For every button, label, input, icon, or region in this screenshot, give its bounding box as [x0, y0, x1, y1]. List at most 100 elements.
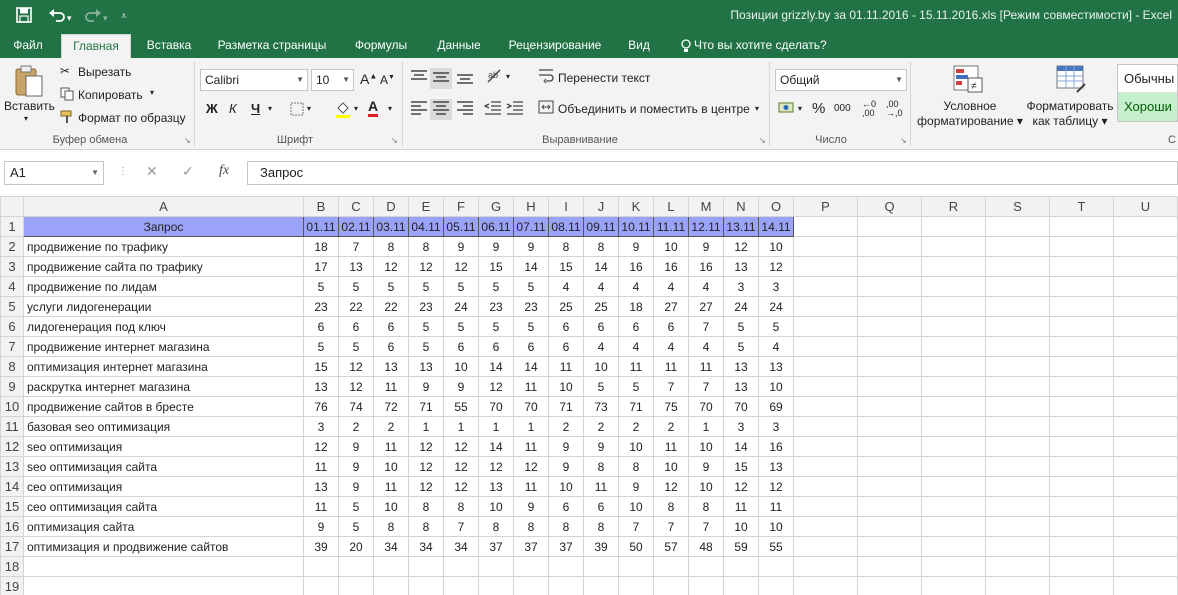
position-cell[interactable]: [688, 576, 724, 595]
enter-icon[interactable]: ✓: [182, 163, 194, 180]
query-cell[interactable]: продвижение интернет магазина: [23, 336, 304, 357]
position-cell[interactable]: 7: [688, 516, 724, 537]
position-cell[interactable]: 16: [618, 256, 654, 277]
empty-cell[interactable]: [985, 236, 1050, 257]
row-header[interactable]: 13: [0, 456, 24, 477]
empty-cell[interactable]: [857, 576, 922, 595]
position-cell[interactable]: 27: [688, 296, 724, 317]
empty-cell[interactable]: [1049, 576, 1114, 595]
customize-icon[interactable]: ⩡: [121, 7, 127, 27]
empty-cell[interactable]: [985, 316, 1050, 337]
position-cell[interactable]: 2: [338, 416, 374, 437]
position-cell[interactable]: 22: [338, 296, 374, 317]
position-cell[interactable]: [373, 556, 409, 577]
position-cell[interactable]: 10: [618, 436, 654, 457]
position-cell[interactable]: [513, 556, 549, 577]
position-cell[interactable]: 8: [583, 236, 619, 257]
position-cell[interactable]: [688, 556, 724, 577]
position-cell[interactable]: 11: [513, 376, 549, 397]
tab-review[interactable]: Рецензирование: [502, 32, 608, 58]
position-cell[interactable]: 5: [723, 316, 759, 337]
position-cell[interactable]: 8: [513, 516, 549, 537]
row-header[interactable]: 19: [0, 576, 24, 595]
row-header[interactable]: 10: [0, 396, 24, 417]
empty-cell[interactable]: [921, 396, 986, 417]
position-cell[interactable]: 8: [408, 236, 444, 257]
position-cell[interactable]: 5: [618, 376, 654, 397]
position-cell[interactable]: 18: [303, 236, 339, 257]
position-cell[interactable]: 12: [443, 456, 479, 477]
position-cell[interactable]: 6: [618, 316, 654, 337]
empty-cell[interactable]: [1049, 376, 1114, 397]
position-cell[interactable]: [303, 556, 339, 577]
position-cell[interactable]: 39: [583, 536, 619, 557]
position-cell[interactable]: 71: [618, 396, 654, 417]
position-cell[interactable]: 9: [548, 456, 584, 477]
format-as-table-icon[interactable]: [1055, 64, 1087, 97]
empty-cell[interactable]: [857, 236, 922, 257]
position-cell[interactable]: 14: [478, 356, 514, 377]
position-cell[interactable]: 7: [443, 516, 479, 537]
position-cell[interactable]: 8: [583, 456, 619, 477]
font-name-select[interactable]: Calibri ▼: [200, 69, 308, 91]
position-cell[interactable]: 11: [513, 476, 549, 497]
position-cell[interactable]: 2: [618, 416, 654, 437]
position-cell[interactable]: 5: [373, 276, 409, 297]
position-cell[interactable]: [478, 556, 514, 577]
format-painter-icon[interactable]: [60, 110, 74, 127]
empty-cell[interactable]: [793, 396, 858, 417]
position-cell[interactable]: 11: [688, 356, 724, 377]
position-cell[interactable]: 10: [618, 496, 654, 517]
position-cell[interactable]: 71: [408, 396, 444, 417]
empty-cell[interactable]: [793, 416, 858, 437]
query-cell[interactable]: [23, 576, 304, 595]
position-cell[interactable]: 20: [338, 536, 374, 557]
empty-cell[interactable]: [921, 316, 986, 337]
undo-icon[interactable]: [48, 5, 66, 25]
position-cell[interactable]: 5: [408, 276, 444, 297]
position-cell[interactable]: 74: [338, 396, 374, 417]
position-cell[interactable]: [618, 576, 654, 595]
position-cell[interactable]: 1: [478, 416, 514, 437]
position-cell[interactable]: 2: [548, 416, 584, 437]
position-cell[interactable]: 7: [653, 376, 689, 397]
empty-cell[interactable]: [1113, 216, 1178, 237]
position-cell[interactable]: 3: [723, 276, 759, 297]
position-cell[interactable]: [373, 576, 409, 595]
position-cell[interactable]: 2: [583, 416, 619, 437]
decrease-font-icon[interactable]: A▼: [380, 73, 395, 87]
column-header-k[interactable]: K: [618, 196, 654, 217]
position-cell[interactable]: 14: [723, 436, 759, 457]
empty-cell[interactable]: [793, 376, 858, 397]
empty-cell[interactable]: [1049, 556, 1114, 577]
empty-cell[interactable]: [857, 416, 922, 437]
position-cell[interactable]: 70: [688, 396, 724, 417]
position-cell[interactable]: [548, 556, 584, 577]
number-launcher-icon[interactable]: ↘: [900, 136, 907, 145]
position-cell[interactable]: 23: [478, 296, 514, 317]
query-cell[interactable]: сео оптимизация сайта: [23, 496, 304, 517]
position-cell[interactable]: 6: [548, 336, 584, 357]
position-cell[interactable]: 12: [373, 256, 409, 277]
empty-cell[interactable]: [985, 336, 1050, 357]
position-cell[interactable]: 16: [653, 256, 689, 277]
position-cell[interactable]: 23: [513, 296, 549, 317]
wrap-text-button[interactable]: Перенести текст: [558, 71, 650, 85]
position-cell[interactable]: [723, 576, 759, 595]
empty-cell[interactable]: [985, 276, 1050, 297]
empty-cell[interactable]: [793, 536, 858, 557]
underline-button[interactable]: Ч: [251, 101, 260, 116]
position-cell[interactable]: 18: [618, 296, 654, 317]
query-cell[interactable]: раскрутка интернет магазина: [23, 376, 304, 397]
position-cell[interactable]: 12: [653, 476, 689, 497]
position-cell[interactable]: 11: [513, 436, 549, 457]
position-cell[interactable]: 5: [443, 276, 479, 297]
empty-cell[interactable]: [857, 336, 922, 357]
empty-cell[interactable]: [793, 496, 858, 517]
empty-cell[interactable]: [857, 536, 922, 557]
insert-function-icon[interactable]: fx: [219, 163, 229, 179]
position-cell[interactable]: 5: [513, 316, 549, 337]
position-cell[interactable]: 4: [548, 276, 584, 297]
column-header-e[interactable]: E: [408, 196, 444, 217]
position-cell[interactable]: 48: [688, 536, 724, 557]
